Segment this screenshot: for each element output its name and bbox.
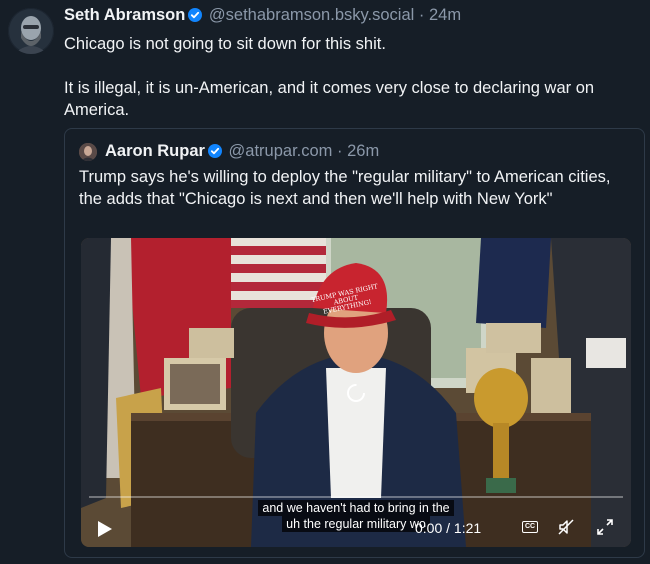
post-timestamp[interactable]: 24m xyxy=(429,6,461,24)
mute-icon[interactable] xyxy=(557,518,575,541)
quoted-author-avatar[interactable] xyxy=(79,143,97,161)
separator-dot: · xyxy=(337,142,343,160)
author-name[interactable]: Seth Abramson xyxy=(64,6,185,24)
closed-captions-button[interactable]: CC xyxy=(522,521,538,533)
post-paragraph: It is illegal, it is un-American, and it… xyxy=(64,79,595,119)
quoted-author-handle[interactable]: @atrupar.com xyxy=(229,142,333,160)
quoted-post-text: Trump says he's willing to deploy the "r… xyxy=(79,168,611,208)
video-time: 0:00 / 1:21 xyxy=(415,520,482,536)
video-controls: 0:00 / 1:21 CC xyxy=(81,507,631,547)
video-progress-bar[interactable] xyxy=(89,496,623,498)
author-avatar[interactable] xyxy=(8,8,54,54)
loading-spinner-icon xyxy=(345,382,367,409)
quoted-post-header: Aaron Rupar @atrupar.com · 26m xyxy=(105,142,379,163)
post-header: Seth Abramson @sethabramson.bsky.social … xyxy=(64,6,461,27)
verified-badge-icon xyxy=(188,8,203,27)
fullscreen-icon[interactable] xyxy=(596,518,614,541)
post-body: Chicago is not going to sit down for thi… xyxy=(64,33,644,143)
post-paragraph: Chicago is not going to sit down for thi… xyxy=(64,35,386,53)
quoted-author-name[interactable]: Aaron Rupar xyxy=(105,142,205,160)
separator-dot: · xyxy=(418,6,425,24)
quoted-post[interactable]: Aaron Rupar @atrupar.com · 26m Trump say… xyxy=(64,128,645,558)
play-icon[interactable] xyxy=(97,520,113,543)
verified-badge-icon xyxy=(207,144,222,163)
quoted-post-timestamp[interactable]: 26m xyxy=(347,142,379,160)
video-player[interactable]: TRUMP WAS RIGHT ABOUT EVERYTHING! and we… xyxy=(81,238,631,547)
author-handle[interactable]: @sethabramson.bsky.social xyxy=(209,6,414,24)
